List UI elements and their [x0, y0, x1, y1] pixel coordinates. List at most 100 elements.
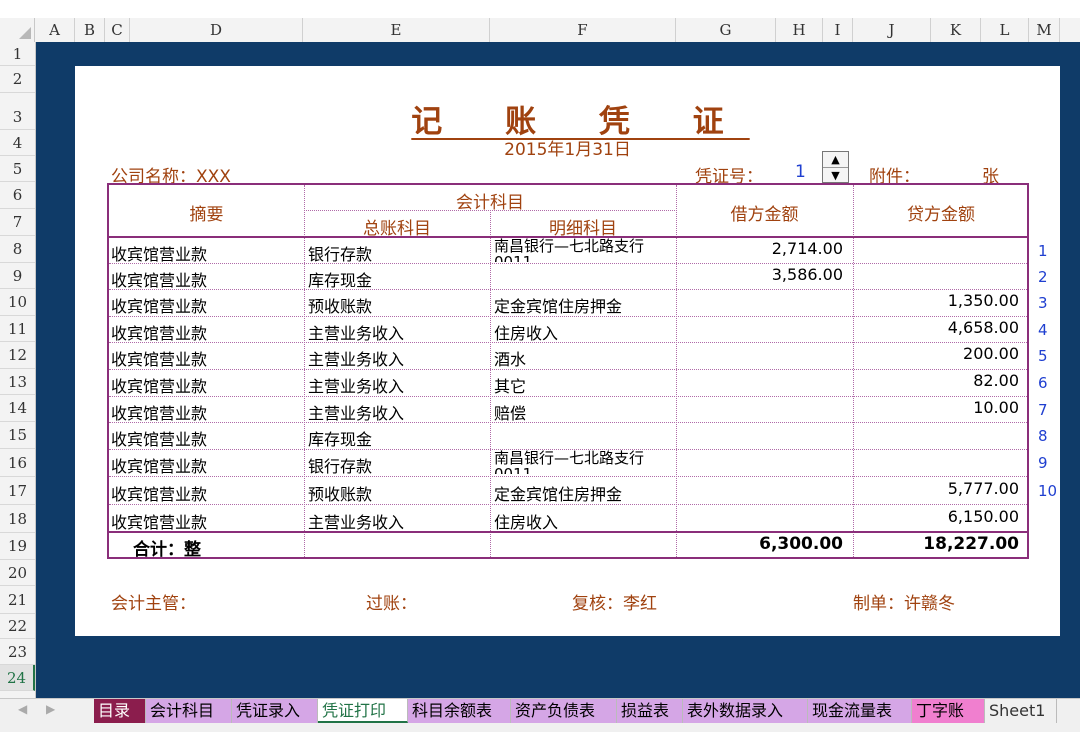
column-header-k[interactable]: K: [931, 18, 981, 42]
entry-general-account[interactable]: 库存现金: [308, 267, 372, 291]
row-header[interactable]: 2: [0, 66, 35, 93]
sheet-tab[interactable]: 表外数据录入: [683, 699, 808, 723]
sheet-tab[interactable]: 科目余额表: [408, 699, 511, 723]
sheet-area[interactable]: 记 账 凭 证 2015年1月31日 公司名称：XXX 凭证号： 1 ▲ ▼ 附…: [36, 42, 1080, 698]
tab-scroll-right-icon[interactable]: ▶: [46, 702, 55, 716]
column-header-b[interactable]: B: [75, 18, 105, 42]
row-header[interactable]: 19: [0, 533, 35, 560]
column-header-c[interactable]: C: [105, 18, 130, 42]
row-header[interactable]: 5: [0, 156, 35, 182]
row-header[interactable]: 13: [0, 369, 35, 395]
sheet-tab[interactable]: 现金流量表: [808, 699, 912, 723]
entry-detail-account[interactable]: 赔偿: [494, 400, 526, 424]
sheet-tab[interactable]: 资产负债表: [511, 699, 617, 723]
row-header[interactable]: 1: [0, 42, 35, 66]
entry-credit[interactable]: 82.00: [853, 371, 1019, 390]
entry-summary[interactable]: 收宾馆营业款: [111, 320, 207, 344]
entry-general-account[interactable]: 银行存款: [308, 241, 372, 265]
entry-credit[interactable]: 200.00: [853, 344, 1019, 363]
row-header[interactable]: 4: [0, 130, 35, 156]
row-header-selected[interactable]: 24: [0, 665, 35, 691]
voucher-number-value[interactable]: 1: [795, 162, 806, 182]
column-header-i[interactable]: I: [823, 18, 853, 42]
entry-general-account[interactable]: 库存现金: [308, 426, 372, 450]
sheet-tab[interactable]: 会计科目: [146, 699, 232, 723]
entry-general-account[interactable]: 主营业务收入: [308, 320, 404, 344]
entry-credit[interactable]: 10.00: [853, 398, 1019, 417]
column-header-g[interactable]: G: [676, 18, 776, 42]
entry-general-account[interactable]: 主营业务收入: [308, 346, 404, 370]
entry-summary[interactable]: 收宾馆营业款: [111, 426, 207, 450]
row-header[interactable]: 15: [0, 422, 35, 449]
column-header-a[interactable]: A: [35, 18, 75, 42]
entry-credit[interactable]: 1,350.00: [853, 291, 1019, 310]
entry-summary[interactable]: 收宾馆营业款: [111, 453, 207, 477]
row-header[interactable]: 16: [0, 449, 35, 477]
column-header-f[interactable]: F: [490, 18, 676, 42]
entry-detail-account[interactable]: 南昌银行—七北路支行0011: [494, 238, 672, 262]
row-header[interactable]: 18: [0, 505, 35, 533]
entry-summary[interactable]: 收宾馆营业款: [111, 481, 207, 505]
entry-detail-account[interactable]: 住房收入: [494, 509, 558, 533]
row-header[interactable]: 22: [0, 614, 35, 639]
row-header[interactable]: 12: [0, 342, 35, 369]
sheet-tab[interactable]: 丁字账: [912, 699, 985, 723]
entry-detail-account[interactable]: 定金宾馆住房押金: [494, 481, 622, 505]
row-header[interactable]: 9: [0, 263, 35, 289]
row-header-bar: 1 2 3 4 5 6 7 8 9 10 11 12 13 14 15 16 1…: [0, 42, 36, 698]
row-header[interactable]: 11: [0, 316, 35, 342]
entry-general-account[interactable]: 预收账款: [308, 293, 372, 317]
sheet-tab[interactable]: 目录: [94, 699, 146, 723]
row-header[interactable]: 14: [0, 395, 35, 422]
entry-summary[interactable]: 收宾馆营业款: [111, 400, 207, 424]
column-header-e[interactable]: E: [303, 18, 490, 42]
entry-summary[interactable]: 收宾馆营业款: [111, 346, 207, 370]
row-header[interactable]: 3: [0, 93, 35, 130]
entry-detail-account[interactable]: 酒水: [494, 346, 526, 370]
entry-index: 10: [1038, 482, 1058, 500]
sheet-tab[interactable]: 损益表: [617, 699, 683, 723]
entry-summary[interactable]: 收宾馆营业款: [111, 509, 207, 533]
entry-credit[interactable]: 4,658.00: [853, 318, 1019, 337]
sheet-tab[interactable]: 凭证录入: [232, 699, 318, 723]
row-header[interactable]: 10: [0, 289, 35, 316]
sheet-tab[interactable]: Sheet1: [985, 699, 1057, 723]
column-header-j[interactable]: J: [853, 18, 931, 42]
select-all-corner[interactable]: [0, 18, 35, 42]
entry-debit[interactable]: 2,714.00: [676, 239, 843, 258]
spinner-down-icon[interactable]: ▼: [823, 168, 848, 183]
entry-summary[interactable]: 收宾馆营业款: [111, 241, 207, 265]
signature-posting: 过账：: [366, 594, 417, 614]
voucher-number-spinner[interactable]: ▲ ▼: [822, 151, 849, 183]
entry-detail-account[interactable]: 南昌银行—七北路支行0011: [494, 450, 672, 474]
spinner-up-icon[interactable]: ▲: [823, 152, 848, 168]
entry-debit[interactable]: 3,586.00: [676, 265, 843, 284]
entry-detail-account[interactable]: 住房收入: [494, 320, 558, 344]
entry-index: 5: [1038, 347, 1048, 365]
entry-general-account[interactable]: 预收账款: [308, 481, 372, 505]
row-header[interactable]: 7: [0, 209, 35, 236]
entry-credit[interactable]: 5,777.00: [853, 479, 1019, 498]
column-header-m[interactable]: M: [1029, 18, 1060, 42]
entry-summary[interactable]: 收宾馆营业款: [111, 293, 207, 317]
row-header[interactable]: 8: [0, 236, 35, 263]
entry-general-account[interactable]: 主营业务收入: [308, 400, 404, 424]
entry-general-account[interactable]: 主营业务收入: [308, 509, 404, 533]
row-header[interactable]: 17: [0, 477, 35, 505]
entry-credit[interactable]: 6,150.00: [853, 507, 1019, 526]
column-header-l[interactable]: L: [981, 18, 1029, 42]
column-header-h[interactable]: H: [776, 18, 823, 42]
entry-summary[interactable]: 收宾馆营业款: [111, 373, 207, 397]
entry-detail-account[interactable]: 其它: [494, 373, 526, 397]
tab-scroll-left-icon[interactable]: ◀: [18, 702, 27, 716]
row-header[interactable]: 6: [0, 182, 35, 209]
row-header[interactable]: 21: [0, 586, 35, 614]
row-header[interactable]: 20: [0, 560, 35, 586]
row-header[interactable]: 23: [0, 639, 35, 665]
entry-general-account[interactable]: 主营业务收入: [308, 373, 404, 397]
entry-general-account[interactable]: 银行存款: [308, 453, 372, 477]
entry-detail-account[interactable]: 定金宾馆住房押金: [494, 293, 622, 317]
column-header-d[interactable]: D: [130, 18, 303, 42]
sheet-tab[interactable]: 凭证打印: [318, 699, 408, 723]
entry-summary[interactable]: 收宾馆营业款: [111, 267, 207, 291]
